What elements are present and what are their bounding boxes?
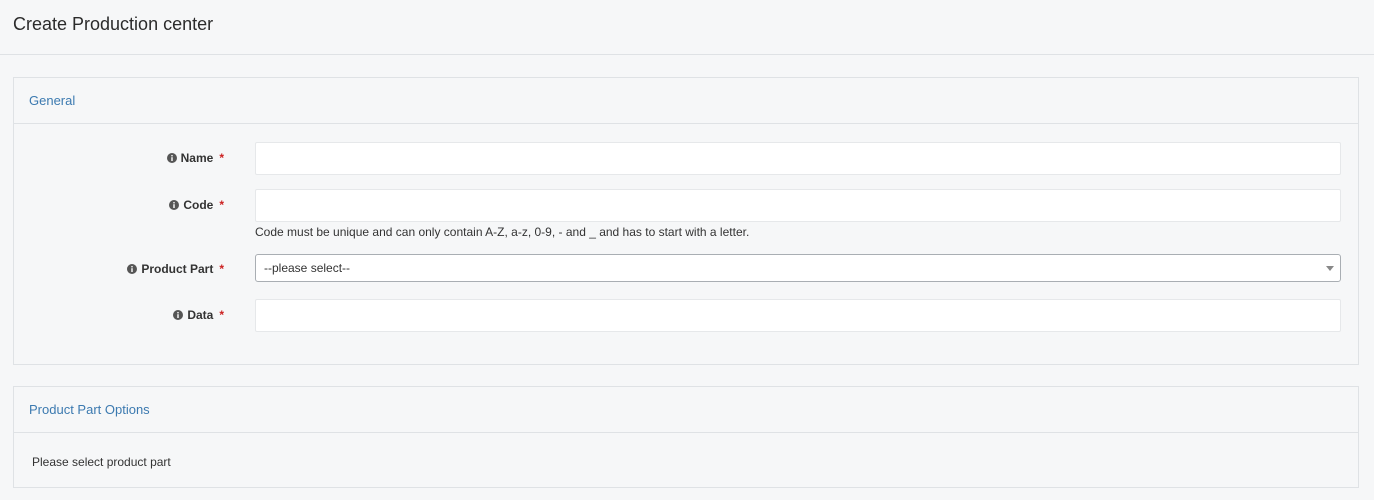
info-circle-icon [166, 153, 177, 163]
select-product-part-message: Please select product part [32, 455, 171, 469]
code-help-text: Code must be unique and can only contain… [255, 225, 750, 239]
code-label: Code * [169, 198, 224, 212]
general-panel-heading: General [14, 78, 1358, 124]
info-circle-icon [169, 200, 180, 210]
name-input[interactable] [255, 142, 1341, 175]
options-panel-title: Product Part Options [29, 402, 150, 417]
options-panel-heading: Product Part Options [14, 387, 1358, 433]
required-marker: * [219, 308, 224, 322]
caret-down-icon[interactable] [1326, 265, 1334, 271]
product-part-select[interactable]: --please select-- [255, 254, 1341, 282]
data-input[interactable] [255, 299, 1341, 332]
info-circle-icon [127, 264, 138, 274]
product-part-label-text: Product Part [141, 262, 214, 276]
general-panel: General Name * Code * Code must be uniqu [13, 77, 1359, 365]
code-label-text: Code [183, 198, 214, 212]
general-panel-title: General [29, 93, 76, 108]
page-header: Create Production center [0, 0, 1374, 55]
page-title: Create Production center [13, 14, 214, 34]
data-label-text: Data [187, 308, 214, 322]
name-label-text: Name [180, 151, 214, 165]
info-circle-icon [173, 310, 184, 320]
required-marker: * [219, 262, 224, 276]
name-label: Name * [166, 151, 224, 165]
data-label: Data * [173, 308, 224, 322]
product-part-label: Product Part * [127, 262, 224, 276]
code-input[interactable] [255, 189, 1341, 222]
required-marker: * [219, 151, 224, 165]
product-part-selected-value: --please select-- [264, 261, 351, 275]
required-marker: * [219, 198, 224, 212]
product-part-options-panel: Product Part Options Please select produ… [13, 386, 1359, 488]
